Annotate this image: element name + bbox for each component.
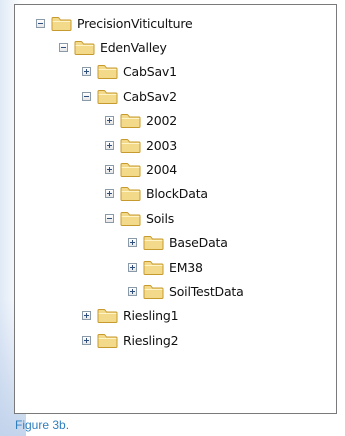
figure-caption: Figure 3b. <box>15 418 70 432</box>
folder-icon <box>97 89 118 104</box>
tree-node-label: 2003 <box>146 137 178 153</box>
folder-icon <box>51 16 72 31</box>
tree-node-label: CabSav2 <box>123 88 177 104</box>
tree-node-label: BlockData <box>146 186 208 202</box>
tree-node[interactable]: BlockData <box>105 183 208 205</box>
collapse-toggle-minus-icon[interactable] <box>82 91 91 101</box>
folder-icon <box>120 186 141 202</box>
folder-icon <box>120 113 141 129</box>
tree-node[interactable]: Riesling1 <box>82 305 179 327</box>
expand-toggle-plus-icon[interactable] <box>82 311 91 321</box>
tree-node-label: PrecisionViticulture <box>77 15 193 31</box>
tree-node-label: Soils <box>146 210 175 226</box>
tree-node-label: 2002 <box>146 113 178 129</box>
tree-node[interactable]: 2004 <box>105 158 177 180</box>
tree-node[interactable]: Soils <box>105 207 174 229</box>
expand-toggle-plus-icon[interactable] <box>128 238 137 248</box>
folder-icon <box>74 40 95 55</box>
expand-toggle-plus-icon[interactable] <box>82 335 91 345</box>
expand-toggle-plus-icon[interactable] <box>105 140 114 150</box>
folder-icon <box>97 333 118 348</box>
folder-tree: PrecisionViticulture EdenValley CabSav1 Cab… <box>15 5 336 413</box>
tree-node[interactable]: EdenValley <box>59 36 167 58</box>
tree-node[interactable]: PrecisionViticulture <box>36 12 193 34</box>
expand-toggle-plus-icon[interactable] <box>128 262 137 272</box>
collapse-toggle-minus-icon[interactable] <box>59 42 68 52</box>
tree-node-label: 2004 <box>146 161 178 177</box>
tree-node-label: EM38 <box>169 259 203 275</box>
tree-view-panel: PrecisionViticulture EdenValley CabSav1 Cab… <box>14 4 337 414</box>
tree-node[interactable]: SoilTestData <box>128 280 244 302</box>
tree-node[interactable]: BaseData <box>128 232 228 254</box>
tree-node-label: SoilTestData <box>169 283 244 299</box>
tree-node-label: BaseData <box>169 235 228 251</box>
tree-node-label: CabSav1 <box>123 64 177 80</box>
collapse-toggle-minus-icon[interactable] <box>36 18 45 28</box>
folder-icon <box>143 235 164 251</box>
tree-node[interactable]: 2003 <box>105 134 177 156</box>
folder-icon <box>120 138 141 153</box>
expand-toggle-plus-icon[interactable] <box>128 286 137 296</box>
tree-node-label: Riesling2 <box>123 332 179 348</box>
folder-icon <box>143 284 164 299</box>
collapse-toggle-minus-icon[interactable] <box>105 213 114 223</box>
expand-toggle-plus-icon[interactable] <box>105 116 114 126</box>
tree-node-label: EdenValley <box>100 39 167 55</box>
tree-node-label: Riesling1 <box>123 308 179 324</box>
folder-icon <box>120 162 141 177</box>
tree-node[interactable]: EM38 <box>128 256 203 278</box>
tree-node[interactable]: Riesling2 <box>82 329 179 351</box>
tree-node[interactable]: CabSav1 <box>82 61 177 83</box>
tree-node[interactable]: CabSav2 <box>82 85 177 107</box>
folder-icon <box>143 260 164 275</box>
expand-toggle-plus-icon[interactable] <box>105 189 114 199</box>
expand-toggle-plus-icon[interactable] <box>105 164 114 174</box>
tree-node[interactable]: 2002 <box>105 110 177 132</box>
expand-toggle-plus-icon[interactable] <box>82 67 91 77</box>
folder-icon <box>120 211 141 226</box>
folder-icon <box>97 308 118 324</box>
folder-icon <box>97 64 118 80</box>
